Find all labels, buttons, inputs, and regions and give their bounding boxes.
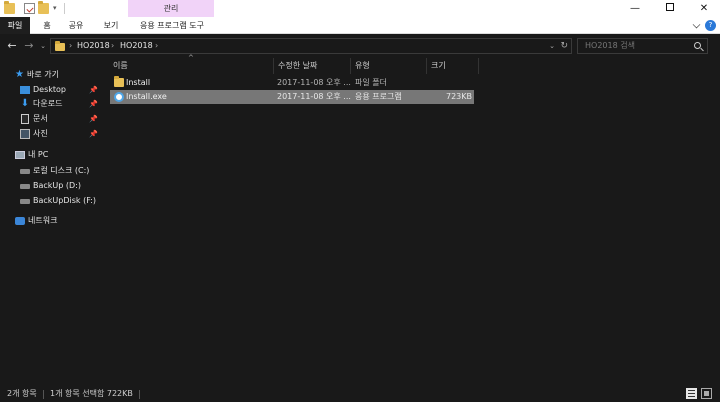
divider bbox=[43, 390, 44, 399]
breadcrumb-separator[interactable]: › bbox=[111, 39, 114, 53]
sidebar-item-this-pc[interactable]: 내 PC bbox=[0, 148, 100, 162]
sidebar-item-label: Desktop bbox=[33, 85, 66, 94]
file-type: 파일 폴더 bbox=[355, 78, 387, 87]
close-button[interactable]: ✕ bbox=[689, 0, 719, 17]
file-name: Install bbox=[126, 78, 151, 87]
file-row-install-exe[interactable]: Install.exe 2017-11-08 오후 ... 응용 프로그램 72… bbox=[110, 90, 474, 104]
divider bbox=[64, 3, 65, 14]
file-type: 응용 프로그램 bbox=[355, 92, 402, 101]
sidebar-item-label: 문서 bbox=[33, 114, 48, 123]
sidebar-item-label: 사진 bbox=[33, 129, 48, 138]
folder-icon bbox=[55, 41, 65, 51]
column-divider[interactable] bbox=[478, 58, 479, 74]
application-icon bbox=[114, 92, 124, 102]
item-count: 2개 항목 bbox=[7, 389, 37, 398]
new-folder-icon[interactable] bbox=[38, 1, 49, 14]
search-placeholder: HO2018 검색 bbox=[585, 41, 635, 50]
column-divider[interactable] bbox=[273, 58, 274, 74]
pin-icon: 📌 bbox=[89, 100, 98, 108]
column-divider[interactable] bbox=[350, 58, 351, 74]
divider bbox=[139, 390, 140, 399]
sidebar-item-drive-c[interactable]: 로컬 디스크 (C:) bbox=[0, 164, 100, 178]
address-dropdown-icon[interactable]: ⌄ bbox=[549, 39, 555, 53]
context-tab-manage[interactable]: 관리 bbox=[128, 0, 214, 17]
sidebar-item-drive-f[interactable]: BackUpDisk (F:) bbox=[0, 194, 100, 208]
breadcrumb-separator[interactable]: › bbox=[155, 39, 158, 53]
pictures-icon bbox=[20, 129, 30, 139]
network-icon bbox=[15, 217, 25, 225]
document-icon bbox=[21, 114, 29, 124]
sidebar-item-label: 내 PC bbox=[28, 150, 49, 159]
selection-info: 1개 항목 선택함 722KB bbox=[50, 389, 133, 398]
sidebar-item-network[interactable]: 네트워크 bbox=[0, 214, 100, 228]
sidebar-item-label: BackUp (D:) bbox=[33, 181, 81, 190]
quick-access-dropdown-icon[interactable]: ▾ bbox=[53, 4, 57, 12]
maximize-button[interactable] bbox=[655, 0, 685, 17]
search-input[interactable]: HO2018 검색 bbox=[577, 38, 708, 54]
refresh-icon[interactable]: ↻ bbox=[560, 39, 568, 53]
navigation-pane: ★ 바로 가기 Desktop 📌 ⬇ 다운로드 📌 문서 📌 사진 📌 내 P… bbox=[0, 58, 100, 385]
pin-icon: 📌 bbox=[89, 115, 98, 123]
sidebar-item-label: 바로 가기 bbox=[27, 70, 59, 79]
breadcrumb-item[interactable]: HO2018 bbox=[77, 39, 110, 53]
minimize-button[interactable]: — bbox=[620, 0, 650, 17]
tab-home[interactable]: 홈 bbox=[38, 17, 56, 34]
details-view-button[interactable] bbox=[686, 388, 697, 399]
address-bar[interactable]: › HO2018 › HO2018 › ⌄ ↻ bbox=[50, 38, 572, 54]
column-divider[interactable] bbox=[426, 58, 427, 74]
column-header-size[interactable]: 크기 bbox=[431, 58, 446, 74]
tab-application-tools[interactable]: 응용 프로그램 도구 bbox=[132, 17, 212, 34]
navigation-bar: ← → ⌄ › HO2018 › HO2018 › ⌄ ↻ HO2018 검색 bbox=[0, 35, 720, 57]
breadcrumb-separator[interactable]: › bbox=[69, 39, 72, 53]
sidebar-item-label: 다운로드 bbox=[33, 99, 63, 108]
large-icons-view-button[interactable] bbox=[701, 388, 712, 399]
sidebar-item-downloads[interactable]: ⬇ 다운로드 📌 bbox=[0, 97, 100, 111]
file-size: 723KB bbox=[445, 92, 472, 101]
tab-file[interactable]: 파일 bbox=[0, 17, 30, 34]
sidebar-item-desktop[interactable]: Desktop 📌 bbox=[0, 83, 100, 97]
back-button[interactable]: ← bbox=[6, 39, 18, 53]
drive-icon bbox=[20, 199, 30, 204]
recent-locations-icon[interactable]: ⌄ bbox=[37, 39, 49, 53]
help-icon[interactable]: ? bbox=[705, 20, 716, 31]
star-icon: ★ bbox=[15, 69, 24, 80]
ribbon: 파일 홈 공유 보기 응용 프로그램 도구 ? bbox=[0, 17, 720, 34]
folder-icon bbox=[4, 1, 15, 14]
drive-icon bbox=[20, 169, 30, 174]
expand-ribbon-icon[interactable] bbox=[692, 20, 701, 29]
tab-share[interactable]: 공유 bbox=[64, 17, 88, 34]
folder-icon bbox=[114, 76, 124, 87]
breadcrumb-item[interactable]: HO2018 bbox=[120, 39, 153, 53]
column-header-name[interactable]: 이름 bbox=[113, 58, 128, 74]
status-bar: 2개 항목 1개 항목 선택함 722KB bbox=[0, 386, 720, 402]
maximize-icon bbox=[666, 3, 674, 11]
desktop-icon bbox=[20, 86, 30, 94]
forward-button[interactable]: → bbox=[23, 39, 35, 53]
pin-icon: 📌 bbox=[89, 130, 98, 138]
sidebar-item-label: BackUpDisk (F:) bbox=[33, 196, 96, 205]
file-list: 이름 ^ 수정한 날짜 유형 크기 Install 2017-11-08 오후 … bbox=[100, 54, 720, 385]
sidebar-item-drive-d[interactable]: BackUp (D:) bbox=[0, 179, 100, 193]
tab-view[interactable]: 보기 bbox=[100, 17, 122, 34]
column-header-date[interactable]: 수정한 날짜 bbox=[278, 58, 317, 74]
pin-icon: 📌 bbox=[89, 86, 98, 94]
file-row-install-folder[interactable]: Install 2017-11-08 오후 ... 파일 폴더 bbox=[110, 76, 474, 90]
sidebar-item-pictures[interactable]: 사진 📌 bbox=[0, 127, 100, 141]
title-bar: ▾ 관리 — ✕ bbox=[0, 0, 720, 17]
sidebar-item-label: 네트워크 bbox=[28, 216, 58, 225]
properties-icon[interactable] bbox=[24, 3, 35, 14]
file-name: Install.exe bbox=[126, 92, 167, 101]
computer-icon bbox=[15, 151, 25, 159]
sidebar-item-label: 로컬 디스크 (C:) bbox=[33, 166, 90, 175]
sort-ascending-icon: ^ bbox=[188, 54, 194, 62]
download-icon: ⬇ bbox=[20, 98, 30, 109]
search-icon[interactable] bbox=[694, 42, 701, 49]
column-header-type[interactable]: 유형 bbox=[355, 58, 370, 74]
sidebar-item-quick-access[interactable]: ★ 바로 가기 bbox=[0, 68, 100, 82]
sidebar-item-documents[interactable]: 문서 📌 bbox=[0, 112, 100, 126]
file-date: 2017-11-08 오후 ... bbox=[277, 78, 351, 87]
drive-icon bbox=[20, 184, 30, 189]
file-date: 2017-11-08 오후 ... bbox=[277, 92, 351, 101]
